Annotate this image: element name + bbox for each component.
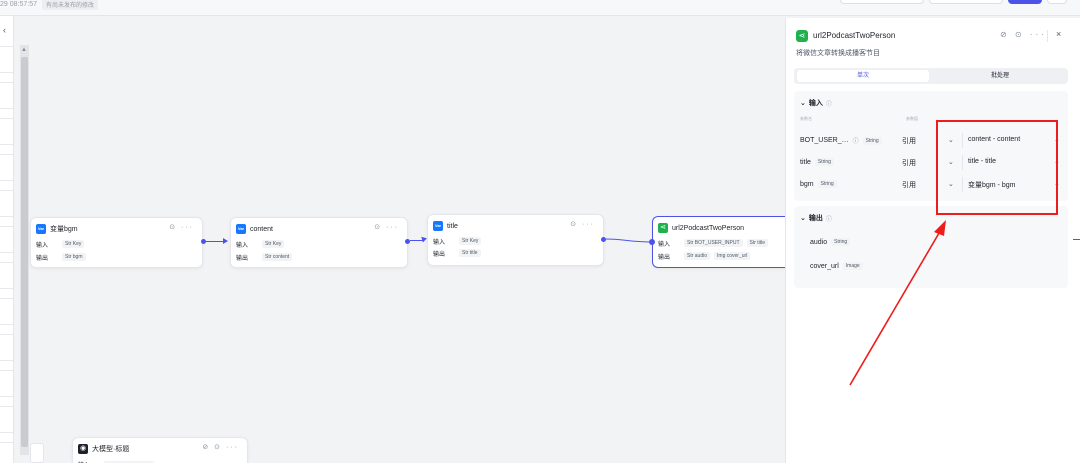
annotation-arrow — [849, 227, 943, 386]
annotation-layer — [849, 220, 946, 386]
annotation-arrowhead — [934, 220, 946, 236]
